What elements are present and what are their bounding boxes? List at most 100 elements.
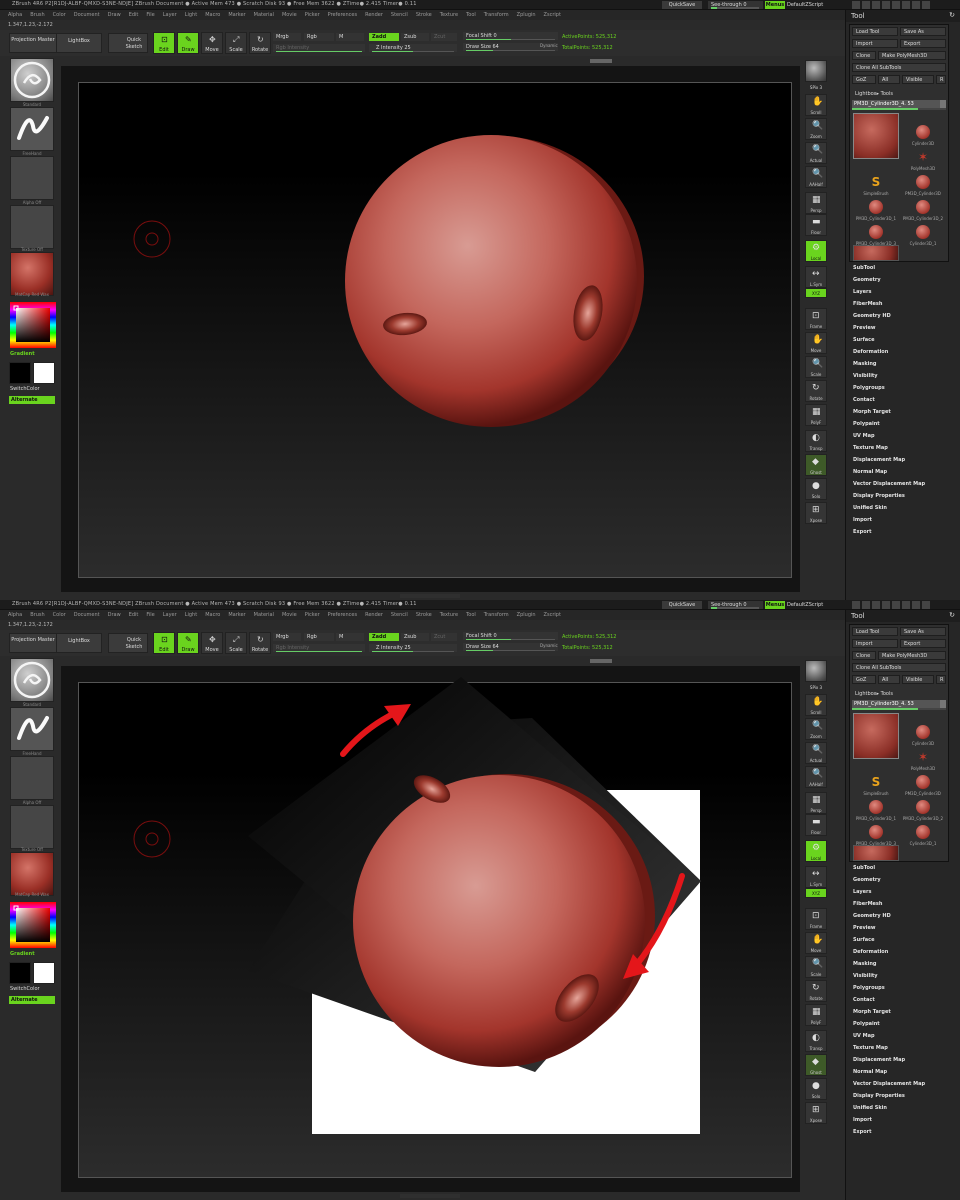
default-zscript-button[interactable]: DefaultZScript	[787, 1, 833, 9]
local-button[interactable]: ⚙ Local	[805, 240, 827, 262]
rgb-intensity-slider[interactable]: Rgb Intensity	[273, 44, 365, 52]
solo-button[interactable]: ● Solo	[805, 1078, 827, 1100]
rgb-button[interactable]: Rgb	[304, 633, 334, 641]
import-button[interactable]: Import	[852, 39, 898, 48]
menu-preferences[interactable]: Preferences	[328, 12, 357, 18]
menu-marker[interactable]: Marker	[228, 612, 245, 618]
tool-item[interactable]: Cylinder3D_1	[899, 824, 947, 848]
menu-stencil[interactable]: Stencil	[391, 12, 408, 18]
z-intensity-slider[interactable]: Z Intensity 25	[369, 644, 457, 652]
focal-shift-slider[interactable]: Focal Shift 0	[463, 632, 558, 640]
lock-icon[interactable]	[882, 1, 890, 9]
palette-texture-map[interactable]: Texture Map	[853, 1042, 953, 1054]
palette-layers[interactable]: Layers	[853, 286, 953, 298]
save-as-button[interactable]: Save As	[900, 27, 946, 36]
palette-geometry[interactable]: Geometry	[853, 874, 953, 886]
menu-file[interactable]: File	[146, 612, 154, 618]
zsub-button[interactable]: Zsub	[401, 33, 429, 41]
palette-unified-skin[interactable]: Unified Skin	[853, 1102, 953, 1114]
tool-item[interactable]: Cylinder3D	[899, 124, 947, 148]
switch-color-button[interactable]: SwitchColor	[10, 386, 40, 392]
palette-display-properties[interactable]: Display Properties	[853, 1090, 953, 1102]
menu-alpha[interactable]: Alpha	[8, 12, 22, 18]
menus-button[interactable]: Menus	[765, 601, 785, 609]
menu-render[interactable]: Render	[365, 612, 383, 618]
menu-color[interactable]: Color	[53, 12, 66, 18]
transp-button[interactable]: ◐ Transp	[805, 430, 827, 452]
make-polymesh-button[interactable]: Make PolyMesh3D	[878, 651, 946, 660]
help-icon[interactable]	[852, 1, 860, 9]
palette-morph-target[interactable]: Morph Target	[853, 1006, 953, 1018]
load-tool-button[interactable]: Load Tool	[852, 627, 898, 636]
palette-masking[interactable]: Masking	[853, 958, 953, 970]
palette-geometry[interactable]: Geometry	[853, 274, 953, 286]
menu-light[interactable]: Light	[185, 612, 197, 618]
current-tool-slider[interactable]: PM3D_Cylinder3D_4. 53	[852, 100, 946, 108]
palette-uv-map[interactable]: UV Map	[853, 430, 953, 442]
focal-shift-slider[interactable]: Focal Shift 0	[463, 32, 558, 40]
palette-icon[interactable]	[872, 1, 880, 9]
tool-item[interactable]: S SimpleBrush	[852, 774, 900, 798]
lsym-button[interactable]: ↔ L.Sym	[805, 266, 827, 288]
tool-item[interactable]: PM3D_Cylinder3D_2	[899, 799, 947, 823]
palette-masking[interactable]: Masking	[853, 358, 953, 370]
menu-stroke[interactable]: Stroke	[416, 612, 432, 618]
palette-contact[interactable]: Contact	[853, 994, 953, 1006]
secondary-color-swatch[interactable]	[33, 962, 55, 984]
menu-tool[interactable]: Tool	[466, 12, 476, 18]
menu-brush[interactable]: Brush	[30, 12, 44, 18]
spix-button[interactable]: SPix 3	[805, 684, 827, 694]
material-thumbnail[interactable]	[10, 852, 54, 896]
spix-button[interactable]: SPix 3	[805, 84, 827, 94]
palette-texture-map[interactable]: Texture Map	[853, 442, 953, 454]
menu-zplugin[interactable]: Zplugin	[517, 12, 536, 18]
aahalf-button[interactable]: 🔍 AAHalf	[805, 766, 827, 788]
menu-material[interactable]: Material	[254, 12, 274, 18]
dynamic-toggle[interactable]: Dynamic	[540, 43, 558, 48]
mrgb-button[interactable]: Mrgb	[273, 33, 301, 41]
color-picker[interactable]	[10, 902, 56, 948]
menu-transform[interactable]: Transform	[484, 12, 509, 18]
menu-movie[interactable]: Movie	[282, 12, 297, 18]
alternate-button[interactable]: Alternate	[9, 996, 55, 1004]
save-icon[interactable]	[892, 1, 900, 9]
close-icon[interactable]	[922, 601, 930, 609]
zsub-button[interactable]: Zsub	[401, 633, 429, 641]
menu-zplugin[interactable]: Zplugin	[517, 612, 536, 618]
tool-item[interactable]: PM3D_Cylinder3D_1	[852, 799, 900, 823]
close-icon[interactable]	[922, 1, 930, 9]
palette-unified-skin[interactable]: Unified Skin	[853, 502, 953, 514]
palette-geometry-hd[interactable]: Geometry HD	[853, 310, 953, 322]
floor-button[interactable]: ▬ Floor	[805, 214, 827, 236]
clone-all-subtools-button[interactable]: Clone All SubTools	[852, 63, 946, 72]
palette-preview[interactable]: Preview	[853, 922, 953, 934]
maximize-icon[interactable]	[912, 1, 920, 9]
tool-item[interactable]: PM3D_Cylinder3D	[899, 774, 947, 798]
export-button[interactable]: Export	[900, 639, 946, 648]
ghost-button[interactable]: ◆ Ghost	[805, 454, 827, 476]
alpha-thumbnail[interactable]	[10, 756, 54, 800]
menu-brush[interactable]: Brush	[30, 612, 44, 618]
rotate-button[interactable]: ↻ Rotate	[805, 380, 827, 402]
visible-button[interactable]: Visible	[902, 75, 934, 84]
rotate-button[interactable]: ↻ Rotate	[805, 980, 827, 1002]
palette-polypaint[interactable]: Polypaint	[853, 1018, 953, 1030]
scroll-button[interactable]: ✋ Scroll	[805, 94, 827, 116]
visible-button[interactable]: Visible	[902, 675, 934, 684]
canvas-bottom-tab[interactable]	[400, 594, 460, 598]
zadd-button[interactable]: Zadd	[369, 33, 399, 41]
palette-displacement-map[interactable]: Displacement Map	[853, 1054, 953, 1066]
canvas-top-tab[interactable]	[590, 59, 612, 63]
menu-color[interactable]: Color	[53, 612, 66, 618]
menu-layer[interactable]: Layer	[163, 12, 177, 18]
menu-draw[interactable]: Draw	[108, 12, 121, 18]
current-tool-slider[interactable]: PM3D_Cylinder3D_4. 53	[852, 700, 946, 708]
floor-button[interactable]: ▬ Floor	[805, 814, 827, 836]
alpha-thumbnail[interactable]	[10, 156, 54, 200]
bpr-button[interactable]	[805, 660, 827, 682]
current-tool-thumbnail[interactable]	[853, 113, 899, 159]
palette-visibility[interactable]: Visibility	[853, 370, 953, 382]
secondary-color-swatch[interactable]	[33, 362, 55, 384]
menu-file[interactable]: File	[146, 12, 154, 18]
save-icon[interactable]	[892, 601, 900, 609]
